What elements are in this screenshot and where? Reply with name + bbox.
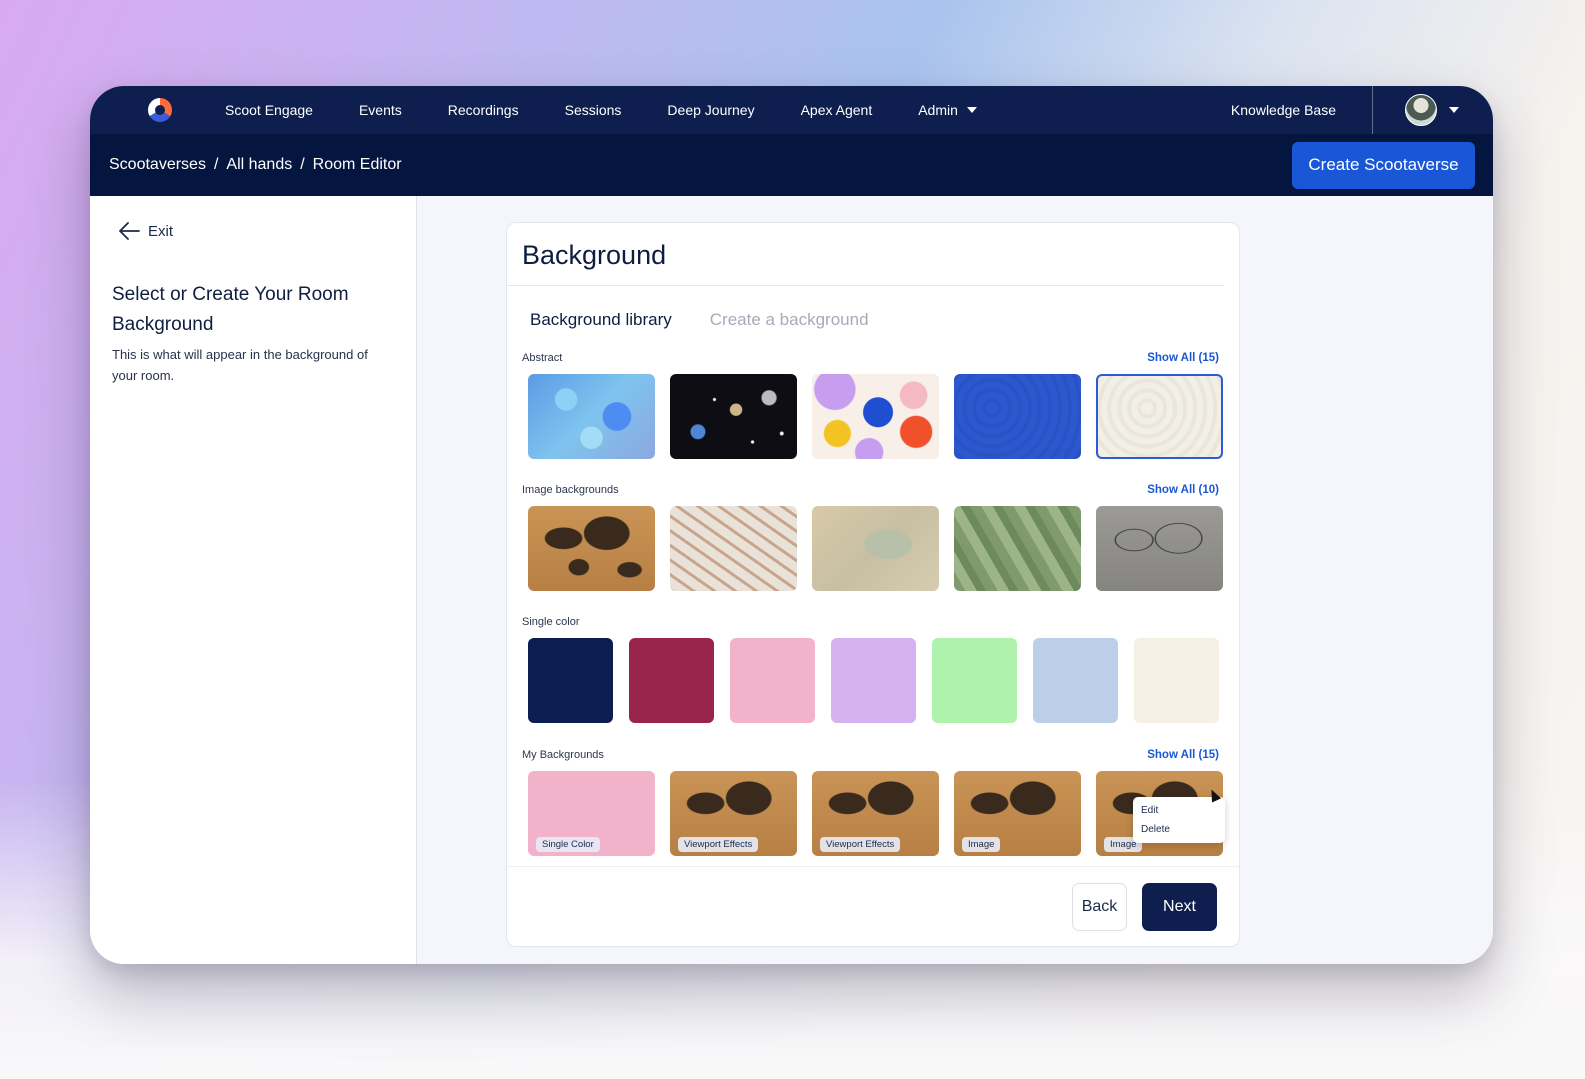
swatch-pink[interactable] — [730, 638, 815, 723]
section-label-my-backgrounds: My Backgrounds — [522, 749, 604, 761]
page-title: Select or Create Your Room Background — [112, 284, 349, 335]
avatar[interactable] — [1405, 94, 1437, 126]
my-backgrounds-row: Single Color Viewport Effects Viewport E… — [507, 761, 1239, 856]
swatch-light-blue[interactable] — [1033, 638, 1118, 723]
abstract-bubbles-thumb[interactable] — [528, 374, 655, 459]
aerial-fields-thumb[interactable] — [954, 506, 1081, 591]
main-area: Background Background library Create a b… — [417, 196, 1493, 964]
top-nav: Scoot Engage Events Recordings Sessions … — [90, 86, 1493, 134]
sub-header: Scootaverses / All hands / Room Editor C… — [90, 134, 1493, 196]
swatch-burgundy[interactable] — [629, 638, 714, 723]
menu-item-delete[interactable]: Delete — [1133, 820, 1225, 839]
show-all-my-backgrounds-link[interactable]: Show All (15) — [1147, 749, 1219, 761]
tab-create-background[interactable]: Create a background — [710, 310, 869, 330]
swatch-navy[interactable] — [528, 638, 613, 723]
nav-scoot-engage[interactable]: Scoot Engage — [225, 102, 313, 118]
nav-apex-agent[interactable]: Apex Agent — [801, 102, 873, 118]
user-menu[interactable] — [1373, 94, 1493, 126]
nav-admin-label: Admin — [918, 102, 958, 118]
section-header-single-color: Single color — [507, 616, 1239, 628]
geometric-world-map-thumb[interactable] — [1096, 506, 1223, 591]
abstract-row — [507, 364, 1239, 459]
my-background-item[interactable]: Image Edit Delete — [1096, 771, 1225, 856]
breadcrumb-room-editor: Room Editor — [312, 156, 402, 173]
app-logo-icon[interactable] — [148, 98, 172, 122]
type-tag: Viewport Effects — [678, 837, 759, 852]
nav-recordings[interactable]: Recordings — [448, 102, 519, 118]
show-all-abstract-link[interactable]: Show All (15) — [1147, 352, 1219, 364]
type-tag: Single Color — [536, 837, 600, 852]
left-panel: Exit Select or Create Your Room Backgrou… — [90, 196, 417, 964]
card-footer: Back Next — [507, 866, 1239, 946]
swatch-lavender[interactable] — [831, 638, 916, 723]
section-header-abstract: Abstract Show All (15) — [507, 352, 1239, 364]
vintage-map-thumb[interactable] — [812, 506, 939, 591]
my-background-item[interactable]: Image — [954, 771, 1081, 856]
card-title: Background — [507, 223, 1224, 286]
chevron-down-icon[interactable] — [1449, 107, 1459, 113]
exit-label: Exit — [148, 222, 174, 240]
nav-admin-dropdown[interactable]: Admin — [918, 102, 977, 118]
city-map-thumb[interactable] — [670, 506, 797, 591]
swatch-mint[interactable] — [932, 638, 1017, 723]
nav-events[interactable]: Events — [359, 102, 402, 118]
section-header-images: Image backgrounds Show All (10) — [507, 484, 1239, 496]
my-background-item[interactable]: Viewport Effects — [670, 771, 797, 856]
back-button[interactable]: Back — [1072, 882, 1127, 931]
app-window: Scoot Engage Events Recordings Sessions … — [90, 86, 1493, 964]
arrow-left-icon — [119, 222, 140, 240]
my-background-item[interactable]: Viewport Effects — [812, 771, 939, 856]
tabs: Background library Create a background — [507, 286, 1239, 330]
my-background-item[interactable]: Single Color — [528, 771, 655, 856]
abstract-cream-pattern-thumb[interactable] — [1096, 374, 1223, 459]
images-row — [507, 496, 1239, 591]
section-label-images: Image backgrounds — [522, 484, 619, 496]
tab-background-library[interactable]: Background library — [530, 310, 672, 330]
next-button[interactable]: Next — [1142, 882, 1217, 931]
context-menu: Edit Delete — [1133, 797, 1225, 843]
background-card: Background Background library Create a b… — [506, 222, 1240, 947]
abstract-space-thumb[interactable] — [670, 374, 797, 459]
abstract-blue-pattern-thumb[interactable] — [954, 374, 1081, 459]
page-description: This is what will appear in the backgrou… — [112, 347, 368, 383]
nav-deep-journey[interactable]: Deep Journey — [667, 102, 754, 118]
exit-button[interactable]: Exit — [118, 222, 394, 240]
show-all-images-link[interactable]: Show All (10) — [1147, 484, 1219, 496]
world-map-wood-thumb[interactable] — [528, 506, 655, 591]
section-header-my-backgrounds: My Backgrounds Show All (15) — [507, 749, 1239, 761]
abstract-shapes-thumb[interactable] — [812, 374, 939, 459]
nav-knowledge-base[interactable]: Knowledge Base — [1231, 102, 1372, 118]
breadcrumb-separator: / — [300, 156, 305, 173]
breadcrumb-all-hands[interactable]: All hands — [226, 156, 292, 174]
breadcrumb: Scootaverses / All hands / Room Editor — [109, 156, 402, 174]
type-tag: Viewport Effects — [820, 837, 901, 852]
section-label-single-color: Single color — [522, 616, 580, 628]
nav-sessions[interactable]: Sessions — [565, 102, 622, 118]
breadcrumb-separator: / — [213, 156, 219, 173]
breadcrumb-scootaverses[interactable]: Scootaverses — [109, 156, 206, 174]
type-tag: Image — [962, 837, 1001, 852]
single-color-row — [507, 628, 1239, 723]
section-label-abstract: Abstract — [522, 352, 563, 364]
menu-item-edit[interactable]: Edit — [1133, 801, 1225, 820]
create-scootaverse-button[interactable]: Create Scootaverse — [1292, 141, 1475, 189]
chevron-down-icon — [966, 107, 977, 113]
swatch-cream[interactable] — [1134, 638, 1219, 723]
